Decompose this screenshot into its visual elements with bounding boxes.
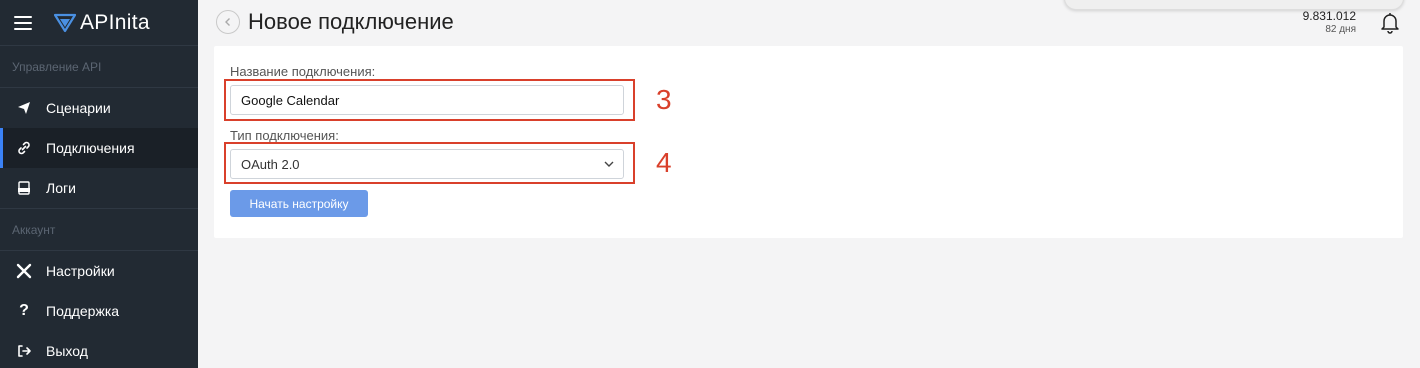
brand-bar: APInita [0,0,198,46]
app-name[interactable]: APInita [80,11,150,35]
log-file-icon [16,180,32,196]
apinita-logo-icon [54,13,76,32]
sidebar-item-support[interactable]: ? Поддержка [0,291,198,331]
highlight-box-3 [224,79,635,121]
sidebar-item-logs[interactable]: Логи [0,168,198,208]
sidebar-item-label: Поддержка [46,303,120,319]
connection-name-label: Название подключения: [230,64,376,79]
sidebar-item-label: Логи [46,180,76,196]
sidebar-item-label: Настройки [46,263,115,279]
sidebar-item-logout[interactable]: Выход [0,331,198,368]
start-setup-button[interactable]: Начать настройку [230,190,368,217]
tools-icon [16,263,32,279]
link-icon [16,140,32,156]
chevron-left-icon [225,18,230,26]
balance-days: 82 дня [1325,24,1356,35]
connection-form-card: Название подключения: Google Calendar 3 … [214,46,1403,238]
header: Новое подключение 9.831.012 82 дня [198,0,1420,46]
sidebar-item-label: Подключения [46,140,135,156]
section-title-api: Управление API [0,46,198,88]
logout-icon [16,343,32,359]
page-title: Новое подключение [248,9,454,34]
step-number-3: 3 [656,84,672,115]
balance-block: 9.831.012 82 дня [1303,9,1356,35]
sidebar: APInita Управление API Сценарии Подключе… [0,0,198,368]
paper-plane-icon [16,100,32,116]
question-icon: ? [19,302,29,319]
section-title-account: Аккаунт [0,209,198,251]
step-number-4: 4 [656,147,672,178]
sidebar-item-label: Сценарии [46,100,111,116]
bell-icon[interactable] [1380,12,1400,34]
sidebar-item-label: Выход [46,343,88,359]
sidebar-item-scenarios[interactable]: Сценарии [0,88,198,128]
back-button[interactable] [216,10,240,34]
hamburger-menu-icon[interactable] [14,15,32,30]
connection-type-label: Тип подключения: [230,128,339,143]
sidebar-item-settings[interactable]: Настройки [0,251,198,291]
balance-value: 9.831.012 [1302,9,1356,23]
highlight-box-4 [224,142,635,184]
sidebar-item-connections[interactable]: Подключения [0,128,198,168]
